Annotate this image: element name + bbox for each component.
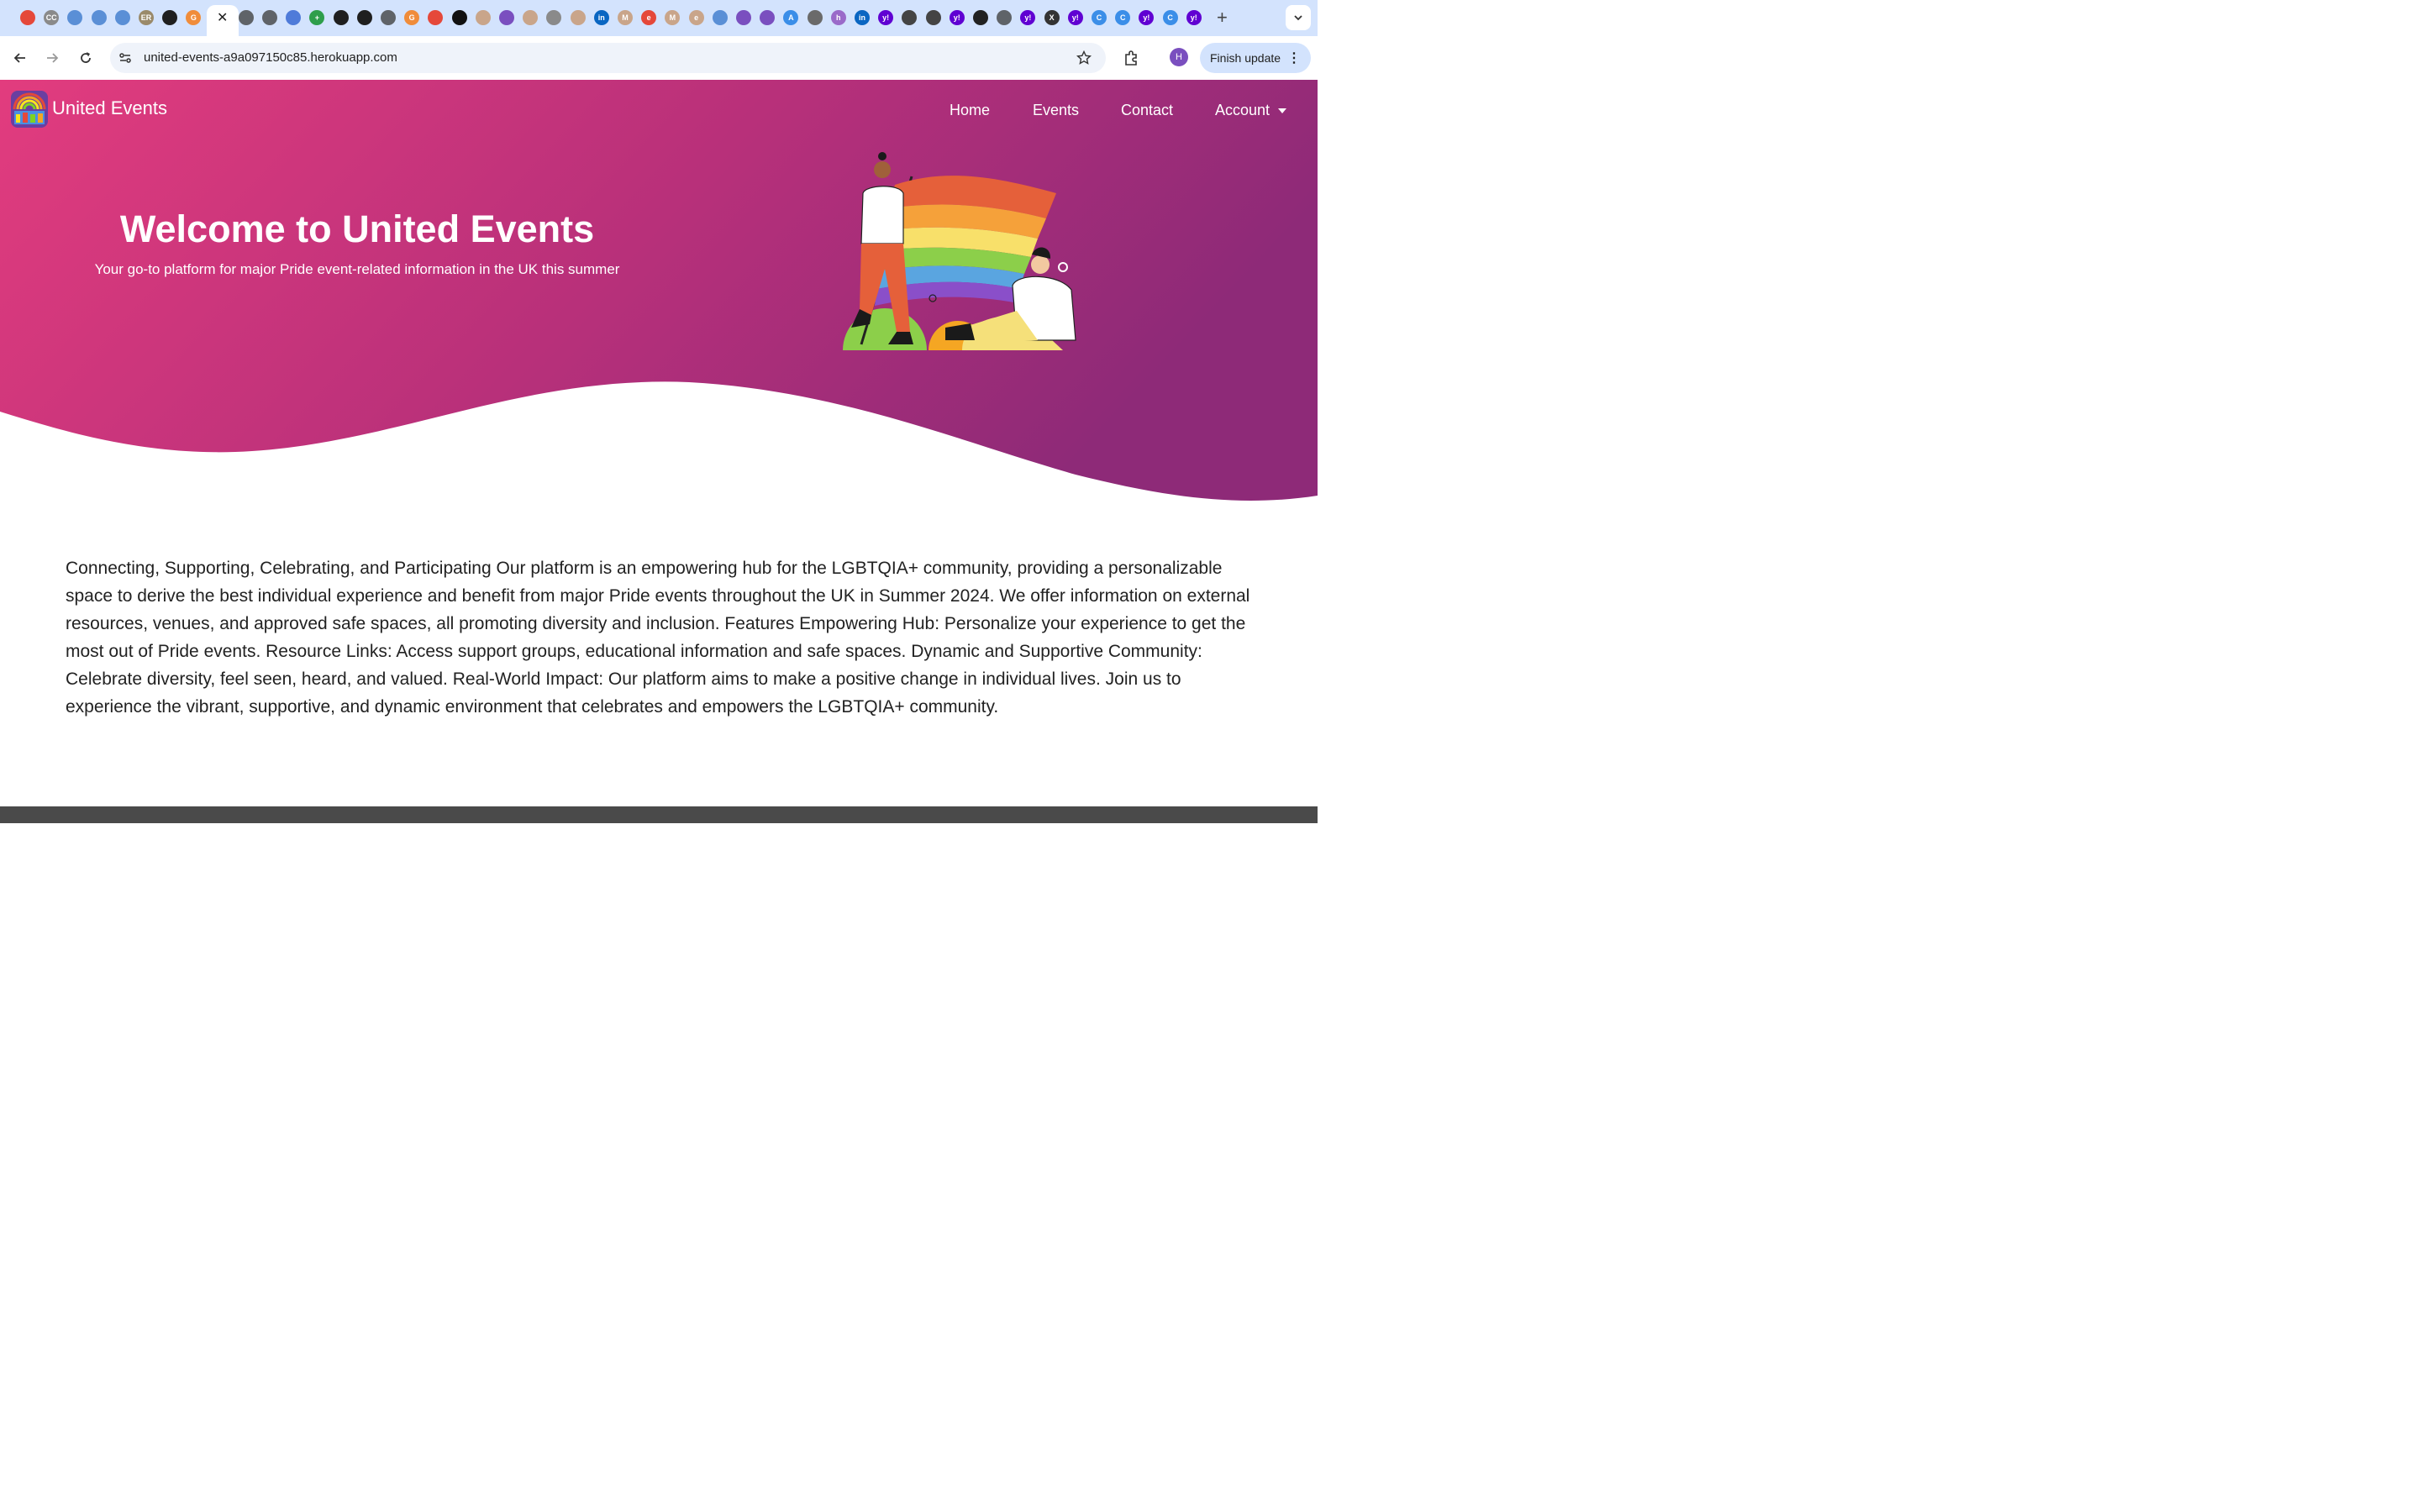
yahoo-icon[interactable]: y!: [1186, 10, 1202, 25]
globe-icon[interactable]: [238, 10, 254, 25]
caret-down-icon: [1278, 108, 1287, 114]
unsplash-icon[interactable]: [451, 10, 467, 25]
nav-home[interactable]: Home: [950, 102, 990, 119]
bookmark-star-icon[interactable]: [1076, 50, 1092, 66]
plus-icon[interactable]: +: [309, 10, 325, 25]
reload-button[interactable]: [76, 48, 96, 68]
c-icon[interactable]: C: [1115, 10, 1131, 25]
arrow-right-icon: [47, 53, 59, 63]
globe-icon[interactable]: [114, 10, 130, 25]
g-icon[interactable]: G: [404, 10, 420, 25]
github-icon[interactable]: [807, 10, 823, 25]
opera-icon[interactable]: [20, 10, 35, 25]
brand-name[interactable]: United Events: [52, 97, 167, 119]
appstore-icon[interactable]: A: [783, 10, 799, 25]
site-logo[interactable]: [11, 91, 48, 128]
hero-subtitle: Your go-to platform for major Pride even…: [94, 261, 620, 277]
nav-account-label: Account: [1215, 102, 1270, 118]
more-menu-icon[interactable]: ⋮: [1287, 50, 1301, 66]
globe-icon[interactable]: [736, 10, 751, 25]
nav-account-dropdown[interactable]: Account: [1215, 102, 1287, 119]
globe-icon[interactable]: [475, 10, 491, 25]
close-tab-icon[interactable]: ✕: [217, 9, 228, 26]
x-icon[interactable]: X: [1044, 10, 1060, 25]
globe-icon[interactable]: [91, 10, 107, 25]
globe-icon[interactable]: [712, 10, 728, 25]
chevron-down-icon: [1294, 15, 1302, 21]
finish-update-button[interactable]: Finish update ⋮: [1200, 43, 1311, 73]
github-icon[interactable]: [333, 10, 349, 25]
e-icon[interactable]: e: [641, 10, 657, 25]
yahoo-icon[interactable]: y!: [878, 10, 894, 25]
cc-icon[interactable]: CC: [44, 10, 60, 25]
shield-icon[interactable]: [286, 10, 302, 25]
gmail-icon[interactable]: M: [618, 10, 633, 25]
g-icon[interactable]: G: [186, 10, 202, 25]
reload-icon: [81, 52, 91, 63]
arrow-left-icon: [13, 53, 25, 63]
hero-section: United Events Home Events Contact Accoun…: [0, 80, 1318, 517]
nav-events[interactable]: Events: [1033, 102, 1079, 119]
h-icon[interactable]: h: [830, 10, 846, 25]
finish-update-label: Finish update: [1210, 51, 1281, 65]
hero-title: Welcome to United Events: [119, 207, 595, 250]
linkedin-icon[interactable]: in: [593, 10, 609, 25]
e-icon[interactable]: e: [688, 10, 704, 25]
tab-strip: CC ER G + Gin Me Me Ah in y! y! y! Xy! C Cy! Cy! ✕ +: [0, 0, 1318, 36]
browser-toolbar: united-events-a9a097150c85.herokuapp.com…: [0, 36, 1318, 81]
globe-icon[interactable]: [262, 10, 277, 25]
globe-icon[interactable]: [381, 10, 396, 25]
globe-icon[interactable]: [67, 10, 83, 25]
openai-icon[interactable]: [925, 10, 941, 25]
intro-paragraph: Connecting, Supporting, Celebrating, and…: [66, 559, 1250, 717]
profile-avatar[interactable]: H: [1170, 48, 1188, 66]
globe-icon[interactable]: [523, 10, 539, 25]
er-icon[interactable]: ER: [139, 10, 154, 25]
address-bar[interactable]: united-events-a9a097150c85.herokuapp.com: [110, 43, 1106, 73]
yahoo-icon[interactable]: y!: [949, 10, 965, 25]
back-button[interactable]: [10, 48, 30, 68]
tab-search-button[interactable]: [1286, 5, 1311, 30]
c-icon[interactable]: C: [1162, 10, 1178, 25]
globe-icon[interactable]: [570, 10, 586, 25]
new-tab-button[interactable]: +: [1217, 7, 1228, 29]
c-icon[interactable]: C: [1092, 10, 1107, 25]
pride-flag-illustration: [843, 152, 1076, 350]
github-icon[interactable]: [162, 10, 178, 25]
hero-wave-background: [0, 80, 1318, 501]
extensions-button[interactable]: [1121, 48, 1141, 68]
globe-icon[interactable]: [902, 10, 918, 25]
nav-contact[interactable]: Contact: [1121, 102, 1173, 119]
globe-icon[interactable]: [546, 10, 562, 25]
globe-icon[interactable]: [760, 10, 776, 25]
globe-icon[interactable]: [973, 10, 988, 25]
puzzle-icon: [1125, 50, 1137, 66]
site-settings-icon[interactable]: [118, 51, 132, 65]
yahoo-icon[interactable]: y!: [1067, 10, 1083, 25]
url-text[interactable]: united-events-a9a097150c85.herokuapp.com: [144, 50, 397, 65]
opera-icon[interactable]: [428, 10, 444, 25]
yahoo-icon[interactable]: y!: [1020, 10, 1036, 25]
forward-button[interactable]: [42, 48, 62, 68]
linkedin-icon[interactable]: in: [855, 10, 870, 25]
gmail-icon[interactable]: M: [665, 10, 681, 25]
footer-bar: [0, 806, 1318, 823]
globe-icon[interactable]: [997, 10, 1013, 25]
globe-icon[interactable]: [499, 10, 514, 25]
github-icon[interactable]: [356, 10, 372, 25]
yahoo-icon[interactable]: y!: [1139, 10, 1155, 25]
